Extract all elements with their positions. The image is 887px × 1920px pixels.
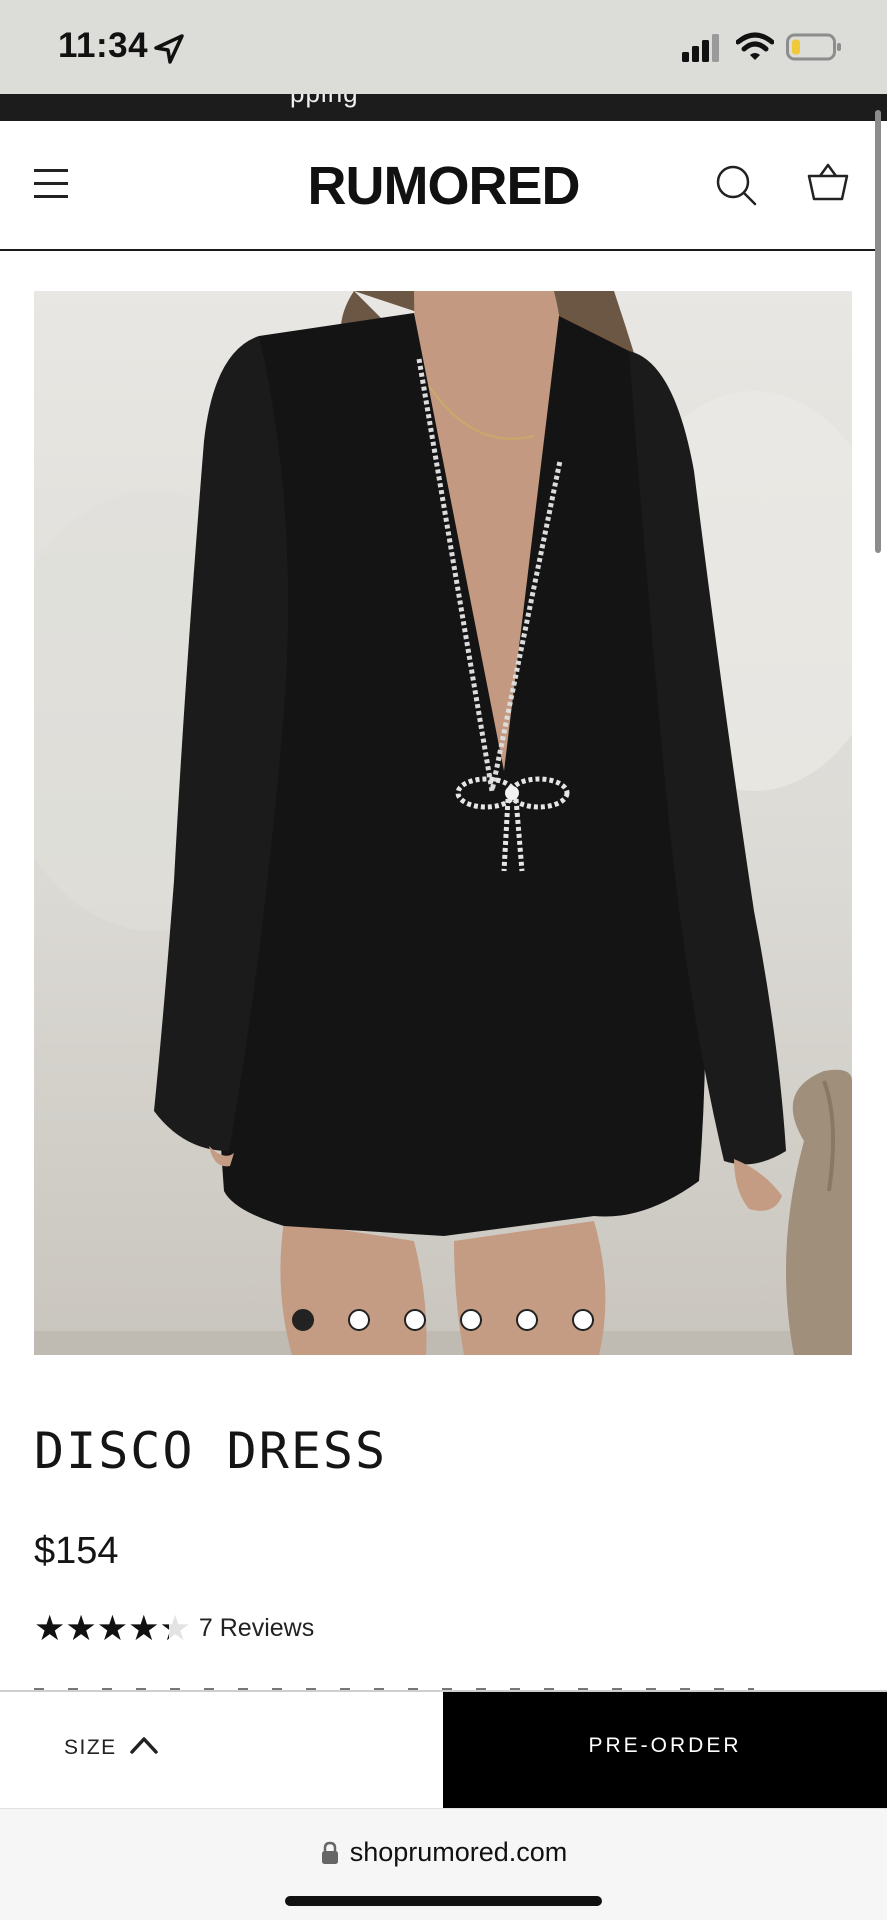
sticky-purchase-bar: SIZE PRE-ORDER [0, 1690, 887, 1810]
status-bar: 11:34 [0, 0, 887, 94]
size-label: SIZE [64, 1736, 117, 1759]
wifi-icon [736, 32, 774, 60]
browser-address-bar[interactable]: shoprumored.com [0, 1808, 887, 1920]
carousel-dot[interactable] [348, 1309, 370, 1331]
chevron-up-icon [130, 1737, 158, 1754]
star-icons-filled: ★★★★★ [34, 1610, 169, 1646]
size-selector-button[interactable]: SIZE [0, 1692, 443, 1810]
battery-icon [786, 33, 841, 61]
carousel-dots [34, 1309, 852, 1333]
home-indicator[interactable] [285, 1896, 602, 1906]
product-price: $154 [34, 1530, 119, 1572]
review-count-link[interactable]: 7 Reviews [199, 1614, 314, 1643]
site-header: RUMORED [0, 121, 875, 251]
search-icon[interactable] [714, 163, 758, 207]
lock-icon [321, 1841, 338, 1864]
pre-order-button[interactable]: PRE-ORDER [443, 1692, 887, 1810]
pre-order-label: PRE-ORDER [588, 1734, 742, 1757]
basket-icon[interactable] [806, 161, 850, 205]
carousel-dot[interactable] [516, 1309, 538, 1331]
carousel-dot[interactable] [404, 1309, 426, 1331]
rating-stars: ★★★★★ ★★★★★ [34, 1611, 191, 1646]
location-arrow-icon [154, 34, 184, 64]
announcement-text: pping [290, 94, 359, 109]
carousel-dot[interactable] [572, 1309, 594, 1331]
scrollbar[interactable] [875, 110, 881, 553]
cellular-signal-icon [682, 34, 719, 62]
product-title: DISCO DRESS [34, 1422, 388, 1480]
product-image[interactable] [34, 291, 852, 1355]
url-text: shoprumored.com [349, 1837, 568, 1867]
product-rating[interactable]: ★★★★★ ★★★★★ 7 Reviews [34, 1608, 314, 1648]
announcement-bar: pping [0, 94, 887, 121]
status-time: 11:34 [58, 26, 149, 65]
carousel-dot[interactable] [292, 1309, 314, 1331]
url-field[interactable]: shoprumored.com [0, 1837, 887, 1868]
product-photo [34, 291, 852, 1355]
carousel-dot[interactable] [460, 1309, 482, 1331]
screen: 11:34 pping RUMORED [0, 0, 887, 1920]
